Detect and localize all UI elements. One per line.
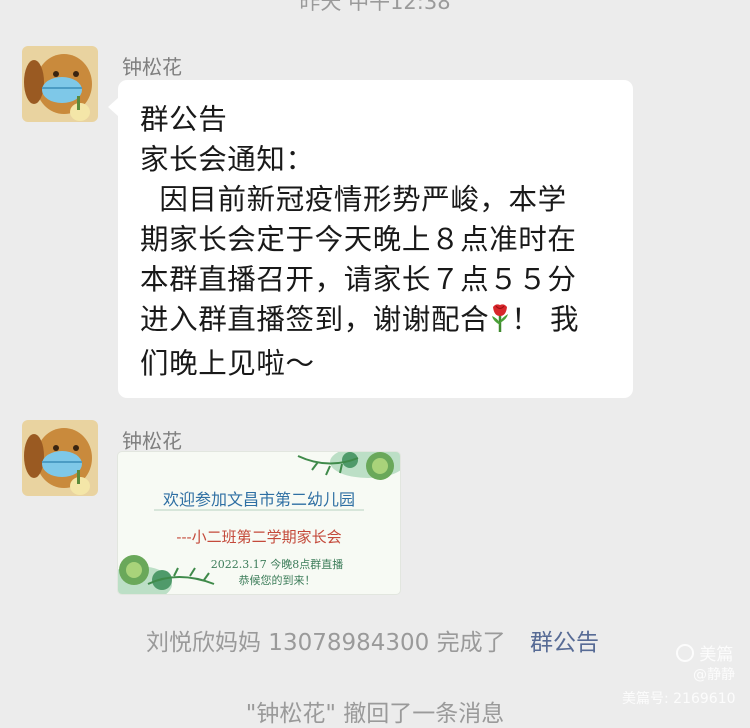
announcement-text: 群公告 家长会通知： 因目前新冠疫情形势严峻，本学 期家长会定于今天晚上８点准时…	[140, 100, 620, 384]
sender-avatar[interactable]	[22, 46, 98, 122]
announcement-line-with-emoji: 进入群直播签到，谢谢配合 ！ 我	[140, 300, 620, 344]
rose-icon	[489, 301, 511, 344]
card-title: 欢迎参加文昌市第二幼儿园	[162, 490, 355, 509]
announcement-line: 期家长会定于今天晚上８点准时在	[140, 223, 577, 256]
system-notice-text: 刘悦欣妈妈 13078984300 完成了	[146, 630, 506, 656]
announcement-line: 们晚上见啦～	[140, 347, 315, 380]
announcement-line: 因目前新冠疫情形势严峻，本学	[140, 183, 567, 216]
avatar-image	[22, 420, 98, 496]
announcement-line: 本群直播召开，请家长７点５５分	[140, 263, 577, 296]
sender-name: 钟松花	[122, 429, 182, 453]
card-greeting: 恭候您的到来！	[238, 574, 316, 587]
watermark-user: @静静	[693, 667, 735, 683]
avatar-image	[22, 46, 98, 122]
card-subtitle: ---小二班第二学期家长会	[176, 528, 342, 546]
sender-avatar[interactable]	[22, 420, 98, 496]
sender-name: 钟松花	[122, 55, 182, 79]
announcement-link[interactable]: 群公告	[530, 623, 599, 657]
meipian-logo-icon	[676, 644, 694, 662]
card-date: 2022.3.17 今晚8点群直播	[210, 558, 344, 571]
chat-timestamp: 昨天 中午12:38	[299, 0, 451, 14]
watermark-id: 美篇号: 2169610	[622, 691, 736, 707]
announcement-bubble[interactable]: 群公告 家长会通知： 因目前新冠疫情形势严峻，本学 期家长会定于今天晚上８点准时…	[108, 80, 633, 398]
watermark-brand: 美篇	[676, 640, 733, 665]
announcement-title: 群公告	[140, 103, 228, 136]
announcement-line: 家长会通知：	[140, 143, 315, 176]
meeting-invitation-card[interactable]: 欢迎参加文昌市第二幼儿园 ---小二班第二学期家长会 2022.3.17 今晚8…	[118, 452, 400, 594]
